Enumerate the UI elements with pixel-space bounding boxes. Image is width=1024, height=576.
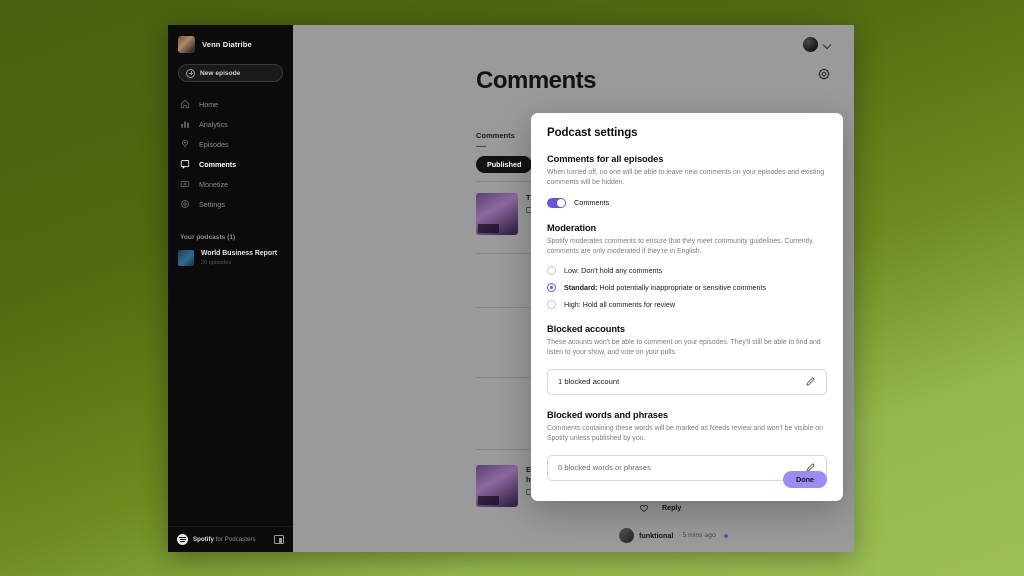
moderation-option-low[interactable]: Low: Don't hold any comments — [547, 265, 827, 275]
sidebar-item-label: Episodes — [199, 139, 229, 149]
comments-toggle-row[interactable]: Comments — [547, 197, 827, 208]
moderation-section-description: Spotify moderates comments to ensure tha… — [547, 237, 814, 256]
sidebar-user-name: Venn Diatribe — [202, 40, 252, 49]
app-window: Venn Diatribe New episode Home Analytics — [168, 25, 854, 552]
unread-dot-icon — [723, 533, 728, 538]
sidebar-item-comments[interactable]: Comments — [168, 154, 293, 174]
blocked-words-heading: Blocked words and phrases — [547, 409, 668, 420]
account-menu[interactable] — [803, 37, 832, 52]
blocked-words-description: Comments containing these words will be … — [547, 424, 823, 443]
comment-item: funktional · 5 mins ago — [619, 528, 833, 543]
moderation-option-label: Standard: Hold potentially inappropriate… — [564, 282, 767, 292]
comments-toggle-label: Comments — [574, 198, 610, 208]
sidebar-item-label: Monetize — [199, 179, 229, 189]
comment-author[interactable]: funktional — [639, 531, 673, 540]
podcast-title: World Business Report — [201, 250, 278, 258]
comments-section-heading: Comments for all episodes — [547, 154, 664, 164]
new-episode-button[interactable]: New episode — [178, 64, 283, 82]
dialog-title: Podcast settings — [547, 127, 638, 139]
sidebar-item-settings[interactable]: Settings — [168, 194, 293, 214]
podcast-settings-dialog: Podcast settings Comments for all episod… — [531, 113, 843, 501]
blocked-accounts-value: 1 blocked account — [558, 377, 620, 387]
moderation-section-heading: Moderation — [547, 222, 597, 233]
comment-actions: Reply — [639, 503, 833, 513]
money-icon — [180, 181, 190, 187]
chevron-down-icon — [823, 40, 832, 49]
sidebar-item-label: Analytics — [199, 119, 228, 129]
blocked-accounts-description: These acounts won't be able to comment o… — [547, 338, 821, 357]
page-title: Comments — [476, 67, 597, 94]
blocked-accounts-heading: Blocked accounts — [547, 323, 625, 334]
blocked-accounts-field[interactable]: 1 blocked account — [547, 368, 827, 395]
user-avatar — [803, 37, 818, 52]
comments-toggle[interactable] — [547, 197, 566, 208]
sidebar-footer: Spotify for Podcasters — [168, 526, 293, 552]
podcast-artwork — [178, 250, 194, 266]
podcast-episode-count: 20 episodes — [201, 259, 232, 266]
avatar — [178, 36, 195, 53]
blocked-words-value: 0 blocked words or phrases — [558, 463, 651, 473]
sidebar-item-home[interactable]: Home — [168, 94, 293, 114]
radio-button[interactable] — [547, 265, 556, 275]
comment-header: funktional · 5 mins ago — [619, 528, 833, 543]
gear-icon[interactable] — [817, 67, 831, 81]
moderation-option-standard[interactable]: Standard: Hold potentially inappropriate… — [547, 282, 827, 292]
sidebar-item-episodes[interactable]: Episodes — [168, 134, 293, 154]
new-episode-label: New episode — [200, 69, 241, 77]
radio-button[interactable] — [547, 299, 556, 309]
comments-summary-label: Comments — [476, 131, 515, 140]
moderation-option-label: Low: Don't hold any comments — [564, 265, 663, 275]
footer-brand: Spotify for Podcasters — [193, 536, 256, 543]
sidebar-item-label: Settings — [199, 199, 225, 209]
plus-circle-icon — [186, 68, 195, 78]
microphone-icon — [182, 139, 188, 148]
pencil-icon[interactable] — [805, 376, 816, 387]
gear-icon — [181, 200, 189, 208]
moderation-option-label: High: Hold all comments for review — [564, 299, 676, 309]
sidebar-item-analytics[interactable]: Analytics — [168, 114, 293, 134]
done-button[interactable]: Done — [783, 471, 827, 488]
comment-timestamp: · 5 mins ago — [678, 532, 716, 539]
comments-summary-value: — — [476, 141, 486, 152]
reply-button[interactable]: Reply — [662, 504, 681, 512]
sidebar-item-label: Comments — [199, 159, 237, 169]
comment-icon — [180, 160, 190, 169]
bar-chart-icon — [181, 121, 189, 128]
sidebar-podcast-item[interactable]: World Business Report 20 episodes — [168, 247, 293, 269]
spotify-logo-icon — [177, 534, 188, 545]
comments-section-description: When turned off, no one will be able to … — [547, 169, 825, 187]
comments-summary: Comments — — [476, 131, 515, 152]
avatar — [619, 528, 634, 543]
home-icon — [180, 99, 190, 109]
sidebar-user[interactable]: Venn Diatribe — [168, 25, 293, 59]
sidebar-item-monetize[interactable]: Monetize — [168, 174, 293, 194]
moderation-option-high[interactable]: High: Hold all comments for review — [547, 299, 827, 309]
sidebar: Venn Diatribe New episode Home Analytics — [168, 25, 293, 552]
sidebar-podcasts-heading: Your podcasts (1) — [180, 234, 236, 241]
heart-icon[interactable] — [639, 503, 649, 513]
episode-artwork — [476, 465, 518, 507]
collapse-panel-icon[interactable] — [274, 535, 284, 544]
episode-artwork — [476, 193, 518, 235]
sidebar-item-label: Home — [199, 99, 219, 109]
radio-button[interactable] — [547, 282, 556, 292]
filter-published[interactable]: Published — [476, 156, 533, 173]
